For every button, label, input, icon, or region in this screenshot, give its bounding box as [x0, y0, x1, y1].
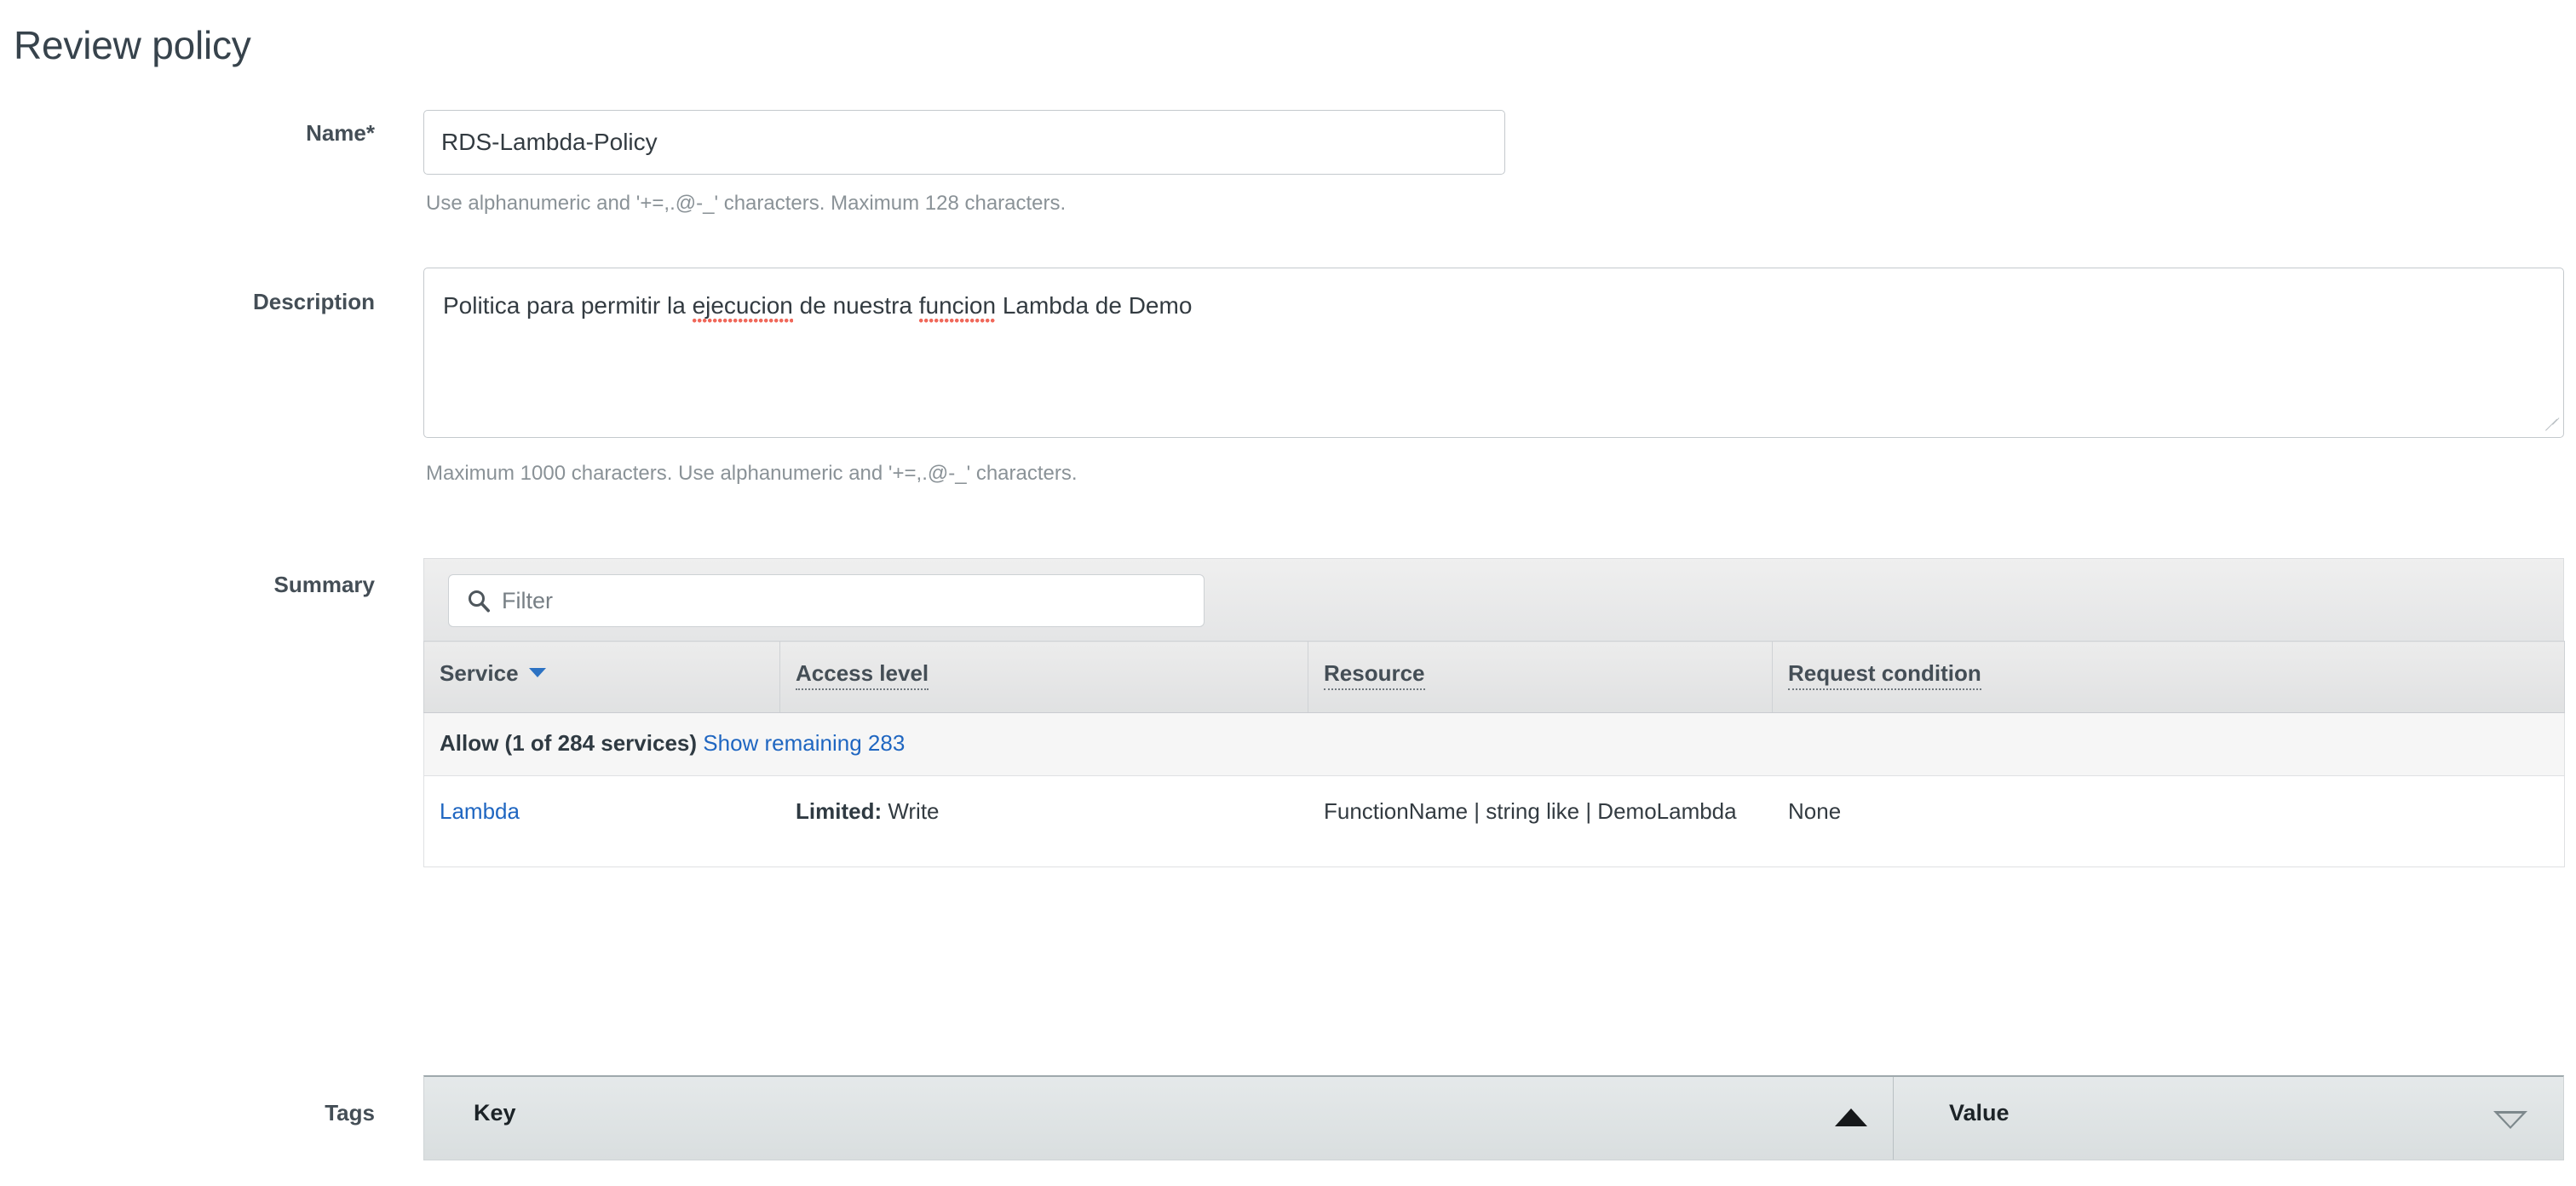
description-text-segment: Politica para permitir la [443, 292, 693, 319]
description-text-segment-3: Lambda de Demo [996, 292, 1192, 319]
tags-label: Tags [51, 1099, 375, 1126]
column-header-access-level[interactable]: Access level [780, 642, 1308, 713]
summary-filter-input[interactable] [500, 575, 1192, 626]
sort-ascending-icon[interactable] [1835, 1108, 1867, 1126]
allow-services-count: Allow (1 of 284 services) [440, 730, 697, 756]
summary-group-row-allow: Allow (1 of 284 services) Show remaining… [424, 713, 2565, 776]
description-text-content: Politica para permitir la ejecucion de n… [443, 291, 1192, 321]
summary-table-header-row: Service Access level Resource Request co… [424, 642, 2565, 713]
textarea-resize-handle[interactable] [2545, 419, 2561, 435]
tags-key-column-header[interactable]: Key [424, 1077, 1894, 1160]
misspelled-word-ejecucion: ejecucion [693, 292, 793, 324]
description-field-label: Description [51, 288, 375, 315]
column-header-access-level-label: Access level [796, 660, 929, 690]
column-header-request-condition-label: Request condition [1788, 660, 1981, 690]
column-header-resource[interactable]: Resource [1308, 642, 1773, 713]
cell-request-condition: None [1773, 776, 2565, 867]
policy-summary-table: Service Access level Resource Request co… [423, 641, 2565, 867]
summary-filter-wrapper[interactable] [448, 574, 1205, 627]
tags-value-column-label: Value [1949, 1100, 2010, 1126]
policy-name-input[interactable] [423, 110, 1505, 175]
description-helper-text: Maximum 1000 characters. Use alphanumeri… [426, 461, 1078, 486]
column-header-resource-label: Resource [1324, 660, 1425, 690]
table-row: Lambda Limited: Write FunctionName | str… [424, 776, 2565, 867]
summary-panel: Service Access level Resource Request co… [423, 558, 2564, 867]
service-link-lambda[interactable]: Lambda [440, 798, 520, 824]
access-level-value: Write [882, 798, 939, 824]
chevron-down-icon-inner [2498, 1114, 2522, 1126]
tags-key-column-label: Key [474, 1100, 516, 1126]
review-policy-page: Review policy Name* Use alphanumeric and… [0, 0, 2576, 1186]
column-header-request-condition[interactable]: Request condition [1773, 642, 2565, 713]
cell-access-level: Limited: Write [780, 776, 1308, 867]
cell-service: Lambda [424, 776, 780, 867]
cell-resource: FunctionName | string like | DemoLambda [1308, 776, 1773, 867]
name-helper-text: Use alphanumeric and '+=,.@-_' character… [426, 191, 1066, 216]
tags-panel: Key Value [423, 1075, 2564, 1160]
summary-label: Summary [51, 571, 375, 598]
column-header-service[interactable]: Service [424, 642, 780, 713]
access-level-qualifier: Limited: [796, 798, 882, 824]
misspelled-word-funcion: funcion [919, 292, 996, 324]
summary-filter-bar [423, 558, 2564, 641]
description-text-segment-2: de nuestra [793, 292, 919, 319]
name-field-label: Name* [51, 119, 375, 147]
search-icon [466, 588, 492, 613]
page-title: Review policy [14, 22, 251, 68]
summary-group-row-cell: Allow (1 of 284 services) Show remaining… [424, 713, 2565, 776]
sort-descending-icon[interactable] [529, 668, 546, 677]
column-header-service-label: Service [440, 660, 519, 686]
policy-description-textarea[interactable]: Politica para permitir la ejecucion de n… [423, 268, 2564, 438]
show-remaining-services-link[interactable]: Show remaining 283 [703, 730, 905, 756]
